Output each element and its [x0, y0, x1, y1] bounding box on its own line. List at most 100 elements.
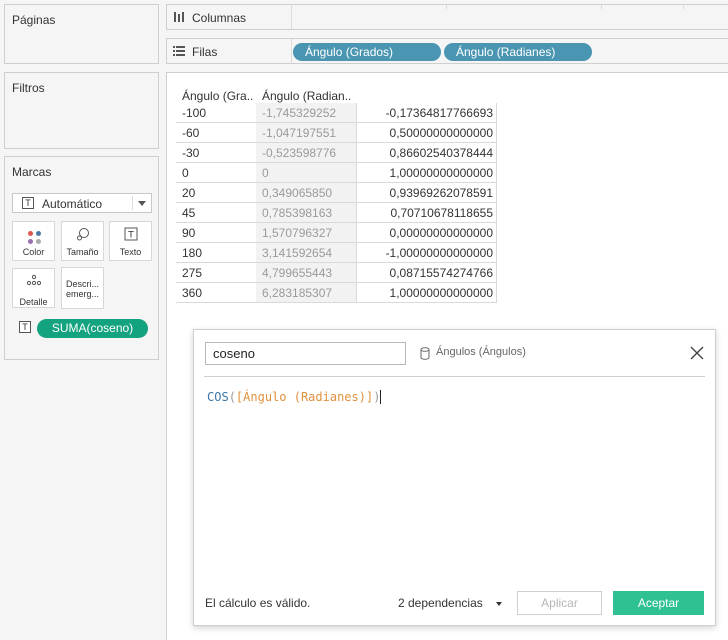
tooltip-button[interactable]: Descri... emerg...: [61, 267, 104, 309]
text-icon: T: [110, 227, 151, 241]
color-button[interactable]: Color: [12, 221, 55, 261]
marks-title: Marcas: [12, 165, 52, 179]
cell-radianes: 0: [262, 166, 269, 180]
cell-radianes: -1,047197551: [262, 126, 337, 140]
table-row[interactable]: 180 3,141592654 -1,00000000000000: [176, 243, 497, 263]
cell-coseno: 0,93969262078591: [389, 186, 493, 200]
table-row[interactable]: -60 -1,047197551 0,50000000000000: [176, 123, 497, 143]
cell-grados: 180: [182, 246, 203, 260]
cell-radianes: 4,799655443: [262, 266, 333, 280]
dialog-divider: [204, 376, 705, 377]
table-row[interactable]: 0 0 1,00000000000000: [176, 163, 497, 183]
cell-coseno: 0,70710678118655: [390, 206, 493, 220]
cell-grados: 0: [182, 166, 189, 180]
row-pill-radianes[interactable]: Ángulo (Radianes): [444, 43, 592, 61]
shelf-divider: [291, 5, 292, 29]
cell-grados: -60: [182, 126, 200, 140]
cell-radianes: -1,745329252: [262, 106, 337, 120]
size-icon: [62, 227, 103, 241]
svg-text:T: T: [127, 231, 134, 241]
columns-icon: [174, 12, 184, 22]
cell-coseno: 0,86602540378444: [389, 146, 493, 160]
cell-coseno: 1,00000000000000: [389, 166, 493, 180]
size-label: Tamaño: [66, 247, 99, 257]
columns-label: Columnas: [192, 11, 247, 25]
cell-radianes: 1,570796327: [262, 226, 333, 240]
left-panel: Páginas Filtros Marcas T Automático Colo…: [0, 0, 162, 640]
chevron-down-icon: [496, 602, 502, 606]
shelf-divider: [291, 39, 292, 63]
tooltip-label: Descri... emerg...: [65, 279, 99, 299]
text-label: Texto: [119, 247, 142, 257]
text-mark-icon: T: [19, 321, 31, 333]
color-label: Color: [22, 247, 45, 257]
rows-label: Filas: [192, 45, 218, 59]
table-row[interactable]: 360 6,283185307 1,00000000000000: [176, 283, 497, 303]
pages-title: Páginas: [12, 13, 56, 27]
pages-card[interactable]: Páginas: [4, 4, 159, 64]
detail-label: Detalle: [19, 297, 48, 307]
columns-shelf[interactable]: Columnas: [166, 4, 728, 30]
shelf-tick: [446, 5, 447, 9]
coseno-pill[interactable]: SUMA(coseno): [37, 319, 148, 338]
cell-coseno: -0,17364817766693: [385, 106, 493, 120]
formula-field: [Ángulo (Radianes)]: [235, 390, 374, 404]
cell-radianes: 0,349065850: [262, 186, 333, 200]
database-icon: [420, 347, 430, 360]
validation-status: El cálculo es válido.: [205, 596, 311, 610]
close-icon[interactable]: [689, 345, 705, 361]
cell-grados: 20: [182, 186, 196, 200]
cell-grados: 45: [182, 206, 196, 220]
table-row[interactable]: 90 1,570796327 0,00000000000000: [176, 223, 497, 243]
formula-open-paren: (: [228, 390, 236, 404]
filters-title: Filtros: [12, 81, 45, 95]
size-button[interactable]: Tamaño: [61, 221, 104, 261]
datasource-label: Ángulos (Ángulos): [436, 346, 526, 358]
detail-button[interactable]: Detalle: [12, 268, 55, 308]
filters-card[interactable]: Filtros: [4, 72, 159, 149]
formula-editor[interactable]: COS([Ángulo (Radianes)]): [207, 390, 382, 404]
cell-coseno: 0,00000000000000: [389, 226, 493, 240]
rows-shelf[interactable]: Filas Ángulo (Grados) Ángulo (Radianes): [166, 38, 728, 64]
dependencies-dropdown[interactable]: 2 dependencias: [398, 596, 483, 610]
table-row[interactable]: -100 -1,745329252 -0,17364817766693: [176, 103, 497, 123]
calculation-dialog: coseno Ángulos (Ángulos) COS([Ángulo (Ra…: [193, 329, 716, 626]
rows-icon: [173, 46, 185, 56]
chevron-down-icon: [138, 201, 146, 206]
shelf-tick: [601, 5, 602, 9]
text-button[interactable]: T Texto: [109, 221, 152, 261]
cell-radianes: -0,523598776: [262, 146, 337, 160]
mark-type-dropdown[interactable]: T Automático: [12, 193, 152, 213]
detail-icon: [13, 274, 54, 288]
cell-grados: 275: [182, 266, 203, 280]
shelf-tick: [683, 5, 684, 9]
table-row[interactable]: 275 4,799655443 0,08715574274766: [176, 263, 497, 283]
cell-grados: -100: [182, 106, 207, 120]
accept-button[interactable]: Aceptar: [613, 591, 704, 615]
cell-grados: 360: [182, 286, 203, 300]
calculation-name-input[interactable]: coseno: [205, 342, 406, 365]
cell-coseno: 0,08715574274766: [389, 266, 493, 280]
cell-grados: 90: [182, 226, 196, 240]
table-row[interactable]: 45 0,785398163 0,70710678118655: [176, 203, 497, 223]
header-grados[interactable]: Ángulo (Gra..: [182, 89, 253, 103]
apply-button[interactable]: Aplicar: [517, 591, 602, 615]
cell-radianes: 6,283185307: [262, 286, 333, 300]
color-icon: [13, 227, 54, 244]
formula-close-paren: ): [373, 390, 381, 404]
cell-radianes: 0,785398163: [262, 206, 333, 220]
cell-coseno: 0,50000000000000: [389, 126, 493, 140]
row-pill-grados[interactable]: Ángulo (Grados): [293, 43, 441, 61]
text-cursor: [380, 390, 382, 404]
mark-type-label: Automático: [42, 197, 103, 211]
header-radianes[interactable]: Ángulo (Radian..: [262, 89, 351, 103]
table-row[interactable]: -30 -0,523598776 0,86602540378444: [176, 143, 497, 163]
cell-radianes: 3,141592654: [262, 246, 333, 260]
cell-grados: -30: [182, 146, 200, 160]
text-mark-icon: T: [22, 197, 34, 209]
table-row[interactable]: 20 0,349065850 0,93969262078591: [176, 183, 497, 203]
formula-function: COS: [207, 390, 229, 404]
dropdown-separator: [132, 196, 133, 210]
cell-coseno: -1,00000000000000: [385, 246, 493, 260]
cell-coseno: 1,00000000000000: [389, 286, 493, 300]
